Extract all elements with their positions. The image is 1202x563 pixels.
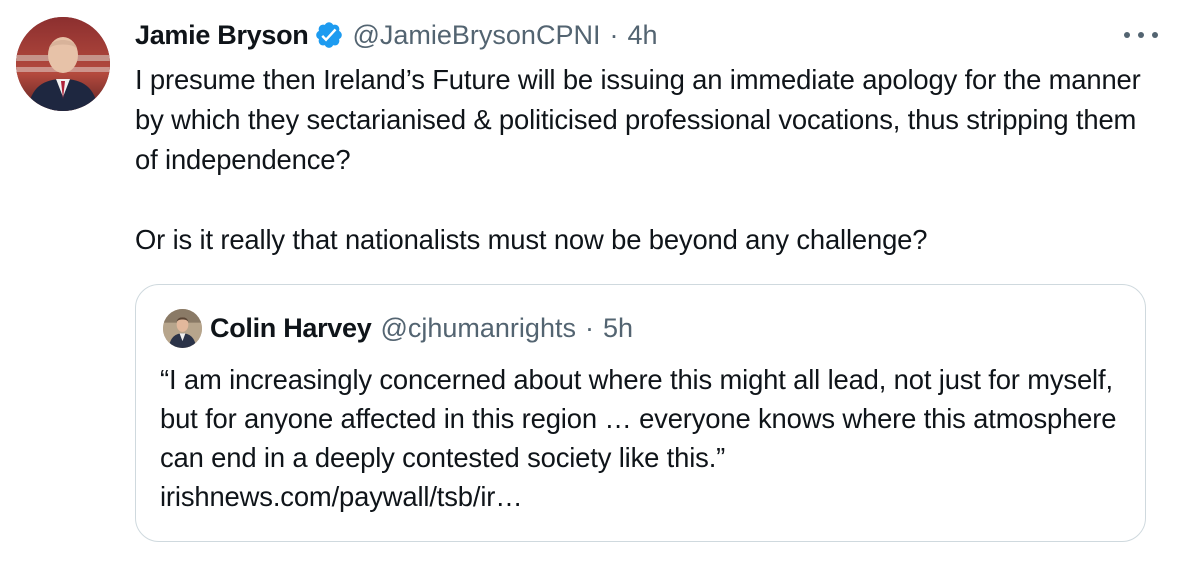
quoted-header-separator: · bbox=[584, 312, 594, 343]
author-handle[interactable]: @JamieBrysonCPNI bbox=[352, 17, 600, 53]
more-dot bbox=[1138, 32, 1144, 38]
quoted-author-display-name: Colin Harvey bbox=[210, 312, 372, 343]
tweet: Jamie Bryson @JamieBrysonCPNI · 4h I pre… bbox=[0, 0, 1202, 563]
author-avatar[interactable] bbox=[16, 17, 110, 111]
tweet-paragraph: I presume then Ireland’s Future will be … bbox=[135, 64, 1141, 175]
quoted-tweet-header: Colin Harvey @cjhumanrights · 5h bbox=[163, 308, 633, 348]
quoted-tweet-text: “I am increasingly concerned about where… bbox=[160, 360, 1120, 516]
quoted-text: “I am increasingly concerned about where… bbox=[160, 364, 1117, 473]
tweet-paragraph: Or is it really that nationalists must n… bbox=[135, 224, 928, 255]
quoted-tweet-card[interactable]: Colin Harvey @cjhumanrights · 5h “I am i… bbox=[135, 284, 1146, 542]
more-dot bbox=[1124, 32, 1130, 38]
quoted-tweet-timestamp: 5h bbox=[602, 312, 634, 343]
quoted-author-avatar bbox=[163, 308, 202, 348]
tweet-header: Jamie Bryson @JamieBrysonCPNI · 4h bbox=[135, 17, 658, 53]
header-separator: · bbox=[609, 20, 619, 50]
verified-badge-icon bbox=[314, 20, 344, 50]
more-horizontal-icon[interactable] bbox=[1124, 22, 1158, 48]
more-dot bbox=[1152, 32, 1158, 38]
tweet-text: I presume then Ireland’s Future will be … bbox=[135, 60, 1165, 260]
quoted-author-handle: @cjhumanrights bbox=[380, 312, 576, 343]
quoted-avatar-photo bbox=[163, 308, 202, 348]
tweet-timestamp[interactable]: 4h bbox=[627, 17, 657, 53]
author-display-name[interactable]: Jamie Bryson bbox=[135, 17, 309, 53]
quoted-link[interactable]: irishnews.com/paywall/tsb/ir… bbox=[160, 477, 1120, 516]
avatar-photo bbox=[16, 17, 110, 111]
